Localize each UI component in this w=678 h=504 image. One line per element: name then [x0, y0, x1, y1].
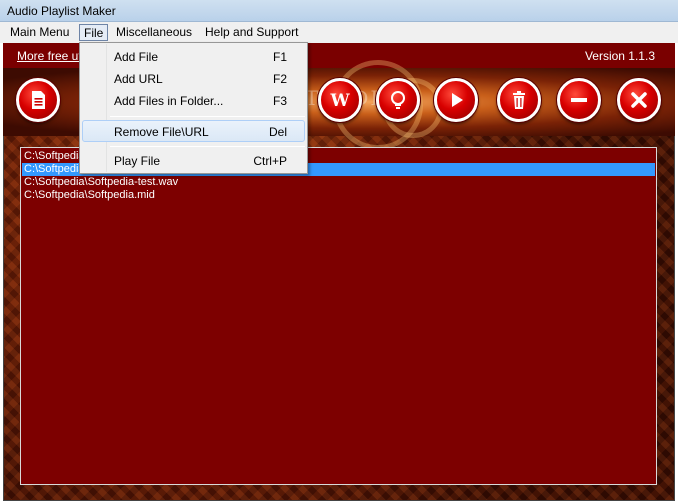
w-logo-icon: W [329, 91, 350, 111]
close-icon [631, 92, 647, 108]
menu-bar: Main Menu File Miscellaneous Help and Su… [0, 22, 678, 43]
tips-button[interactable] [376, 78, 420, 122]
minimize-button[interactable] [557, 78, 601, 122]
list-item[interactable]: C:\Softpedia\Softpedia.mid [22, 189, 155, 202]
menu-item-add-files-in-folder[interactable]: Add Files in Folder... F3 [82, 90, 305, 112]
website-button[interactable]: W [318, 78, 362, 122]
exit-button[interactable] [617, 78, 661, 122]
menu-main[interactable]: Main Menu [6, 24, 73, 41]
delete-button[interactable] [497, 78, 541, 122]
menu-item-shortcut: F1 [272, 50, 287, 64]
menu-miscellaneous[interactable]: Miscellaneous [112, 24, 196, 41]
menu-item-add-file[interactable]: Add File F1 [82, 46, 305, 68]
new-playlist-button[interactable] [16, 78, 60, 122]
menu-item-shortcut: Ctrl+P [253, 154, 287, 168]
list-item[interactable]: C:\Softpedia [22, 150, 85, 163]
menu-separator [110, 146, 305, 147]
document-icon [32, 91, 45, 109]
title-bar: Audio Playlist Maker [0, 0, 678, 22]
menu-item-shortcut: F3 [272, 94, 287, 108]
list-item[interactable]: C:\Softpedia\Softpedia-test.wav [22, 176, 178, 189]
menu-item-remove-file-url[interactable]: Remove File\URL Del [82, 120, 305, 142]
menu-item-add-url[interactable]: Add URL F2 [82, 68, 305, 90]
lightbulb-icon [391, 91, 405, 109]
menu-file[interactable]: File [79, 24, 109, 41]
menu-item-label: Play File [114, 154, 161, 168]
menu-item-label: Add URL [114, 72, 163, 86]
menu-item-label: Add File [114, 50, 159, 64]
play-icon [452, 93, 463, 107]
playlist-listbox[interactable]: C:\Softpedia C:\Softpedia C:\Softpedia\S… [20, 147, 657, 485]
version-label: Version 1.1.3 [584, 49, 655, 63]
svg-text:W: W [329, 91, 350, 111]
menu-separator [110, 116, 305, 117]
window-title: Audio Playlist Maker [7, 4, 116, 18]
minus-icon [571, 98, 587, 102]
menu-help-support[interactable]: Help and Support [201, 24, 302, 41]
menu-item-play-file[interactable]: Play File Ctrl+P [82, 150, 305, 172]
file-menu-dropdown: Add File F1 Add URL F2 Add Files in Fold… [79, 42, 308, 174]
menu-item-shortcut: F2 [272, 72, 287, 86]
menu-item-shortcut: Del [268, 125, 287, 139]
menu-item-label: Add Files in Folder... [114, 94, 224, 108]
more-free-utilities-link[interactable]: More free ut [17, 49, 82, 63]
play-button[interactable] [434, 78, 478, 122]
menu-item-label: Remove File\URL [114, 125, 209, 139]
trash-icon [513, 91, 525, 109]
